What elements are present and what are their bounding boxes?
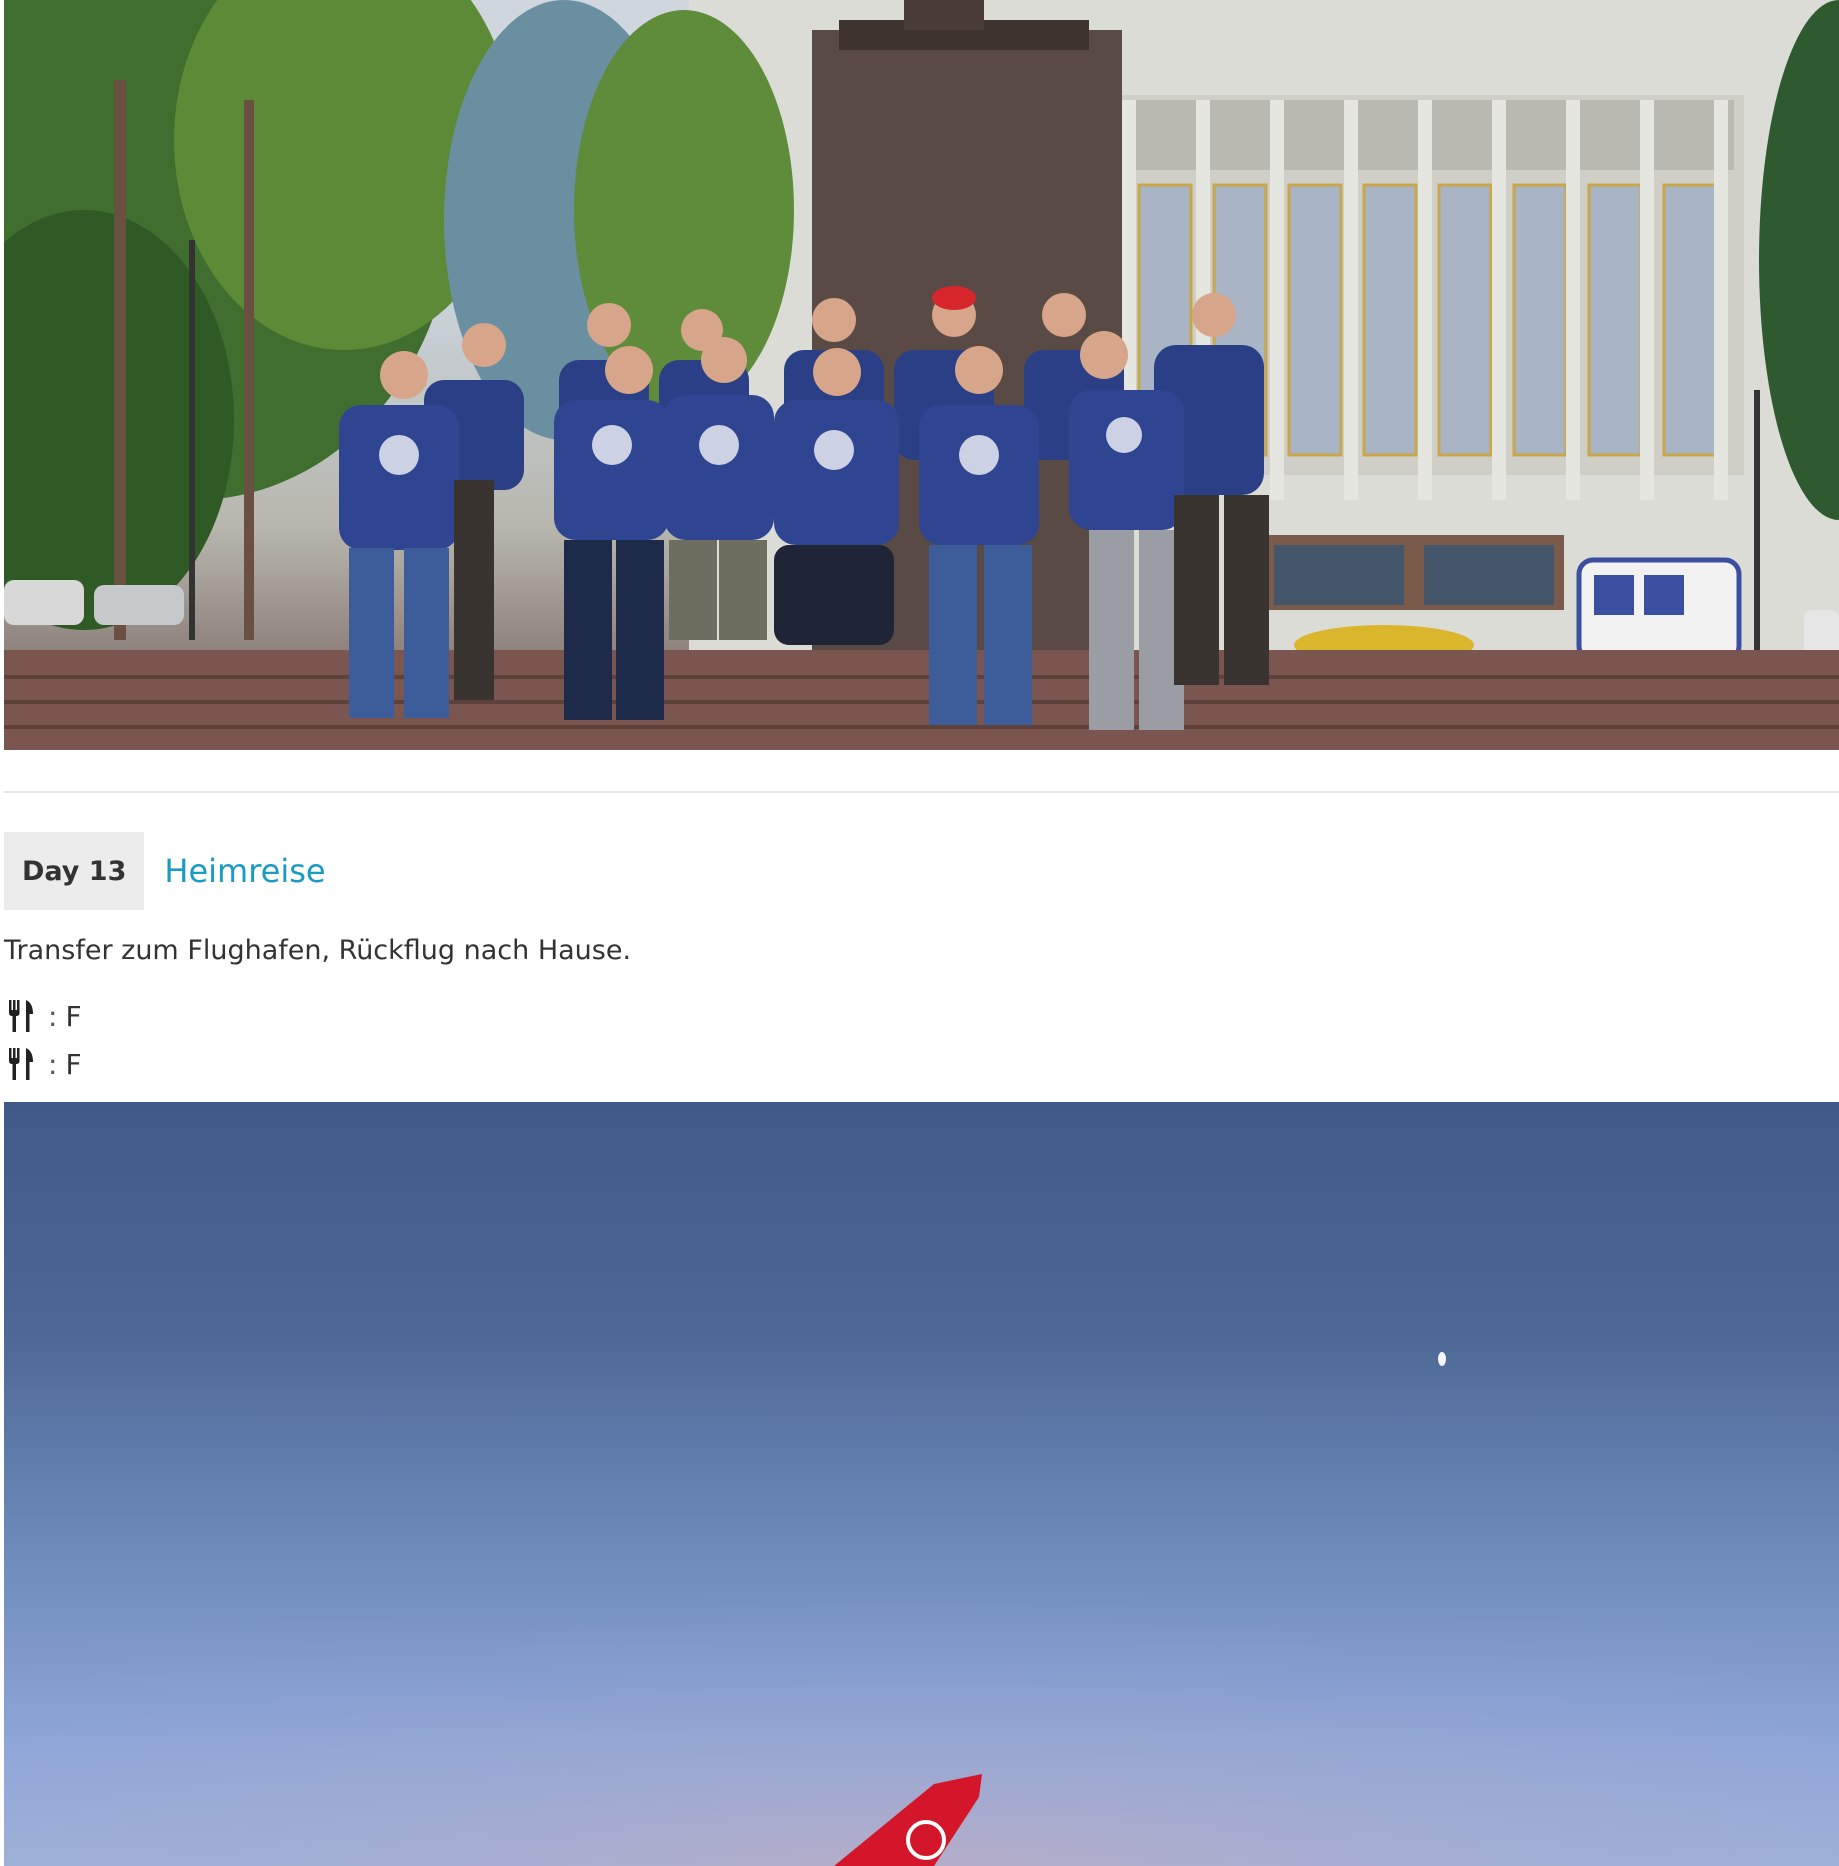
meal-separator: : [48, 1047, 58, 1081]
day-header: Day 13 Heimreise [4, 832, 326, 910]
group-photo [4, 0, 1839, 750]
meal-info-row: : F [6, 996, 82, 1036]
meal-separator: : [48, 999, 58, 1033]
day-title: Heimreise [164, 852, 326, 890]
fork-knife-icon [6, 999, 36, 1033]
section-divider [4, 791, 1839, 793]
day-description: Transfer zum Flughafen, Rückflug nach Ha… [4, 935, 632, 966]
day-badge: Day 13 [4, 832, 145, 910]
meal-value: F [65, 1047, 82, 1081]
meal-value: F [65, 999, 82, 1033]
meal-info-row: : F [6, 1044, 82, 1084]
fork-knife-icon [6, 1047, 36, 1081]
airplane-tail-photo [4, 1102, 1839, 1866]
tour-day-page: Day 13 Heimreise Transfer zum Flughafen,… [0, 0, 1839, 1866]
